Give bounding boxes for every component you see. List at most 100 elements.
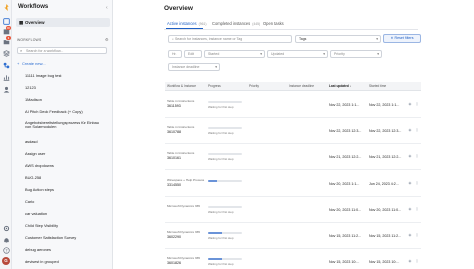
list-item[interactable]: 11111 Image bug test — [25, 73, 61, 78]
filter-started[interactable]: Started ▾ — [204, 50, 265, 58]
tab-active-instances[interactable]: Active instances (961) — [167, 21, 207, 26]
tab-open-tasks[interactable]: Open tasks — [263, 21, 284, 26]
column-label: Last updated — [329, 84, 349, 88]
list-item[interactable]: car valuation — [25, 211, 47, 216]
view-icon[interactable]: ◉ — [408, 207, 412, 211]
column-header-workflow[interactable]: Workflow & Instance — [167, 82, 196, 91]
started-time: Jun 24, 2023 4:2... — [369, 181, 399, 186]
user-icon[interactable] — [2, 86, 10, 93]
last-updated: Nov 15, 2023 10:... — [329, 260, 360, 265]
column-header-last-updated[interactable]: Last updated ↓ — [329, 82, 351, 91]
stack-icon[interactable] — [2, 50, 10, 57]
table-row[interactable]: Winespace + Help Process 3314550 Nov 20, 2… — [165, 171, 421, 197]
view-icon[interactable]: ◉ — [408, 233, 412, 237]
progress-bar — [208, 258, 242, 261]
workflow-search-input[interactable] — [26, 48, 106, 53]
instance-id[interactable]: 3610161 — [167, 156, 181, 160]
settings-icon[interactable] — [2, 225, 10, 232]
count-badge: 1 — [6, 36, 11, 40]
progress-status: Waiting for first step — [208, 262, 234, 267]
instance-search-input[interactable]: ⌕ Search for instances, instance name or… — [168, 35, 292, 43]
list-item[interactable]: Customer Satisfaction Survey — [25, 235, 76, 240]
delete-icon[interactable]: ▯ — [415, 128, 419, 132]
list-item[interactable]: AI Pitch Deck Feedback (+ Copy) — [25, 109, 83, 114]
instance-id[interactable]: 3602290 — [167, 235, 181, 239]
filter-label: Hr. — [172, 52, 177, 56]
chart-icon[interactable] — [2, 74, 10, 81]
filter-edit[interactable]: Edit — [184, 50, 202, 58]
create-new-button[interactable]: + Create new... — [17, 61, 46, 66]
table-row[interactable]: Table in Instructions 3610161 Waiting for … — [165, 144, 421, 171]
workflow-name: Table in Instructions — [167, 99, 195, 103]
list-item[interactable]: 1Madison — [25, 97, 42, 102]
list-item[interactable]: Assign user — [25, 151, 45, 156]
filter-priority[interactable]: Priority ▾ — [330, 50, 382, 58]
column-header-deadline[interactable]: Instance deadline — [289, 82, 314, 91]
instance-id[interactable]: 3610788 — [167, 130, 181, 134]
started-time: Nov 15, 2023 10:... — [369, 260, 400, 265]
column-header-started[interactable]: Started time — [369, 82, 386, 91]
filter-hr[interactable]: Hr. — [168, 50, 182, 58]
sidebar-item-overview[interactable]: ▦ Overview — [16, 18, 110, 27]
reset-filters-button[interactable]: ✕ Reset filters — [383, 34, 421, 43]
list-item[interactable]: Bug Action steps — [25, 187, 54, 192]
logo-icon[interactable] — [2, 4, 10, 11]
chevron-down-icon: ▾ — [260, 52, 262, 56]
delete-icon[interactable]: ▯ — [415, 154, 419, 158]
collapse-sidebar-icon[interactable]: ‹ — [106, 5, 108, 11]
workflow-search: ⌕ — [17, 47, 107, 54]
workflow-sidebar: Workflows ‹ ▦ Overview WORKFLOWS ⚙ ⌕ + C… — [12, 0, 113, 269]
tags-select[interactable]: Tags ▾ — [295, 35, 381, 43]
instance-id[interactable]: 3611593 — [167, 104, 181, 108]
filter-label: Instance deadline — [172, 65, 200, 69]
column-header-priority[interactable]: Priority — [249, 82, 259, 91]
workflow-name: Table in Instructions — [167, 125, 195, 130]
table-row[interactable]: Table in Instructions 3610788 Waiting for … — [165, 118, 421, 145]
list-item[interactable]: BUG-258 — [25, 175, 41, 180]
main-content: Overview Active instances (961) Completed… — [113, 0, 474, 269]
instance-id[interactable]: 3601826 — [167, 261, 181, 265]
tabs-divider — [164, 29, 418, 30]
delete-icon[interactable]: ▯ — [415, 207, 419, 211]
tab-count: (961) — [198, 22, 207, 26]
table-row[interactable]: Microsoft Dynamics 365 3602290 Waiting for… — [165, 223, 421, 249]
delete-icon[interactable]: ▯ — [415, 102, 419, 106]
list-item[interactable]: Carlo — [25, 199, 34, 204]
bell-icon[interactable] — [2, 237, 10, 244]
workflow-icon[interactable] — [2, 62, 10, 69]
list-item[interactable]: Angebotsbereitstellungsprozess für Einba… — [25, 120, 105, 130]
list-item[interactable]: asdasd — [25, 139, 38, 144]
gear-icon[interactable]: ⚙ — [105, 37, 109, 42]
table-row[interactable]: Microsoft Dynamics 365 Waiting for first … — [165, 197, 421, 223]
list-item[interactable]: Child Step Visibility — [25, 223, 58, 228]
filter-deadline[interactable]: Instance deadline ▾ — [168, 63, 220, 71]
table-row[interactable]: Table in Instructions 3611593 Waiting for … — [165, 92, 421, 118]
list-item[interactable]: debug aerones — [25, 247, 51, 252]
view-icon[interactable]: ◉ — [408, 259, 412, 263]
table-row[interactable]: Microsoft Dynamics 365 3601826 Waiting for… — [165, 249, 421, 269]
list-item[interactable]: 12123 — [25, 85, 36, 90]
view-icon[interactable]: ◉ — [408, 128, 412, 132]
help-icon[interactable]: ? — [2, 247, 10, 254]
chevron-down-icon: ▾ — [376, 37, 378, 41]
delete-icon[interactable]: ▯ — [415, 233, 419, 237]
progress-status: Waiting for first step — [208, 131, 234, 136]
instance-id[interactable]: 3314550 — [167, 183, 181, 187]
avatar[interactable]: G — [2, 257, 10, 265]
dashboard-icon[interactable] — [2, 18, 10, 25]
view-icon[interactable]: ◉ — [408, 181, 412, 185]
filter-updated[interactable]: Updated ▾ — [267, 50, 328, 58]
overview-icon: ▦ — [19, 20, 24, 25]
filter-label: Updated — [271, 52, 285, 56]
tab-completed-instances[interactable]: Completed instances (445) — [212, 21, 260, 26]
column-header-progress[interactable]: Progress — [208, 82, 221, 91]
progress-bar — [208, 153, 242, 156]
table-header: Workflow & Instance Progress Priority In… — [165, 82, 421, 91]
list-item[interactable]: AWS dropdowns — [25, 163, 54, 168]
view-icon[interactable]: ◉ — [408, 154, 412, 158]
delete-icon[interactable]: ▯ — [415, 259, 419, 263]
delete-icon[interactable]: ▯ — [415, 181, 419, 185]
view-icon[interactable]: ◉ — [408, 102, 412, 106]
list-item[interactable]: devisest in grouped — [25, 259, 59, 264]
started-time: Nov 15, 2023 11:2... — [369, 234, 402, 238]
